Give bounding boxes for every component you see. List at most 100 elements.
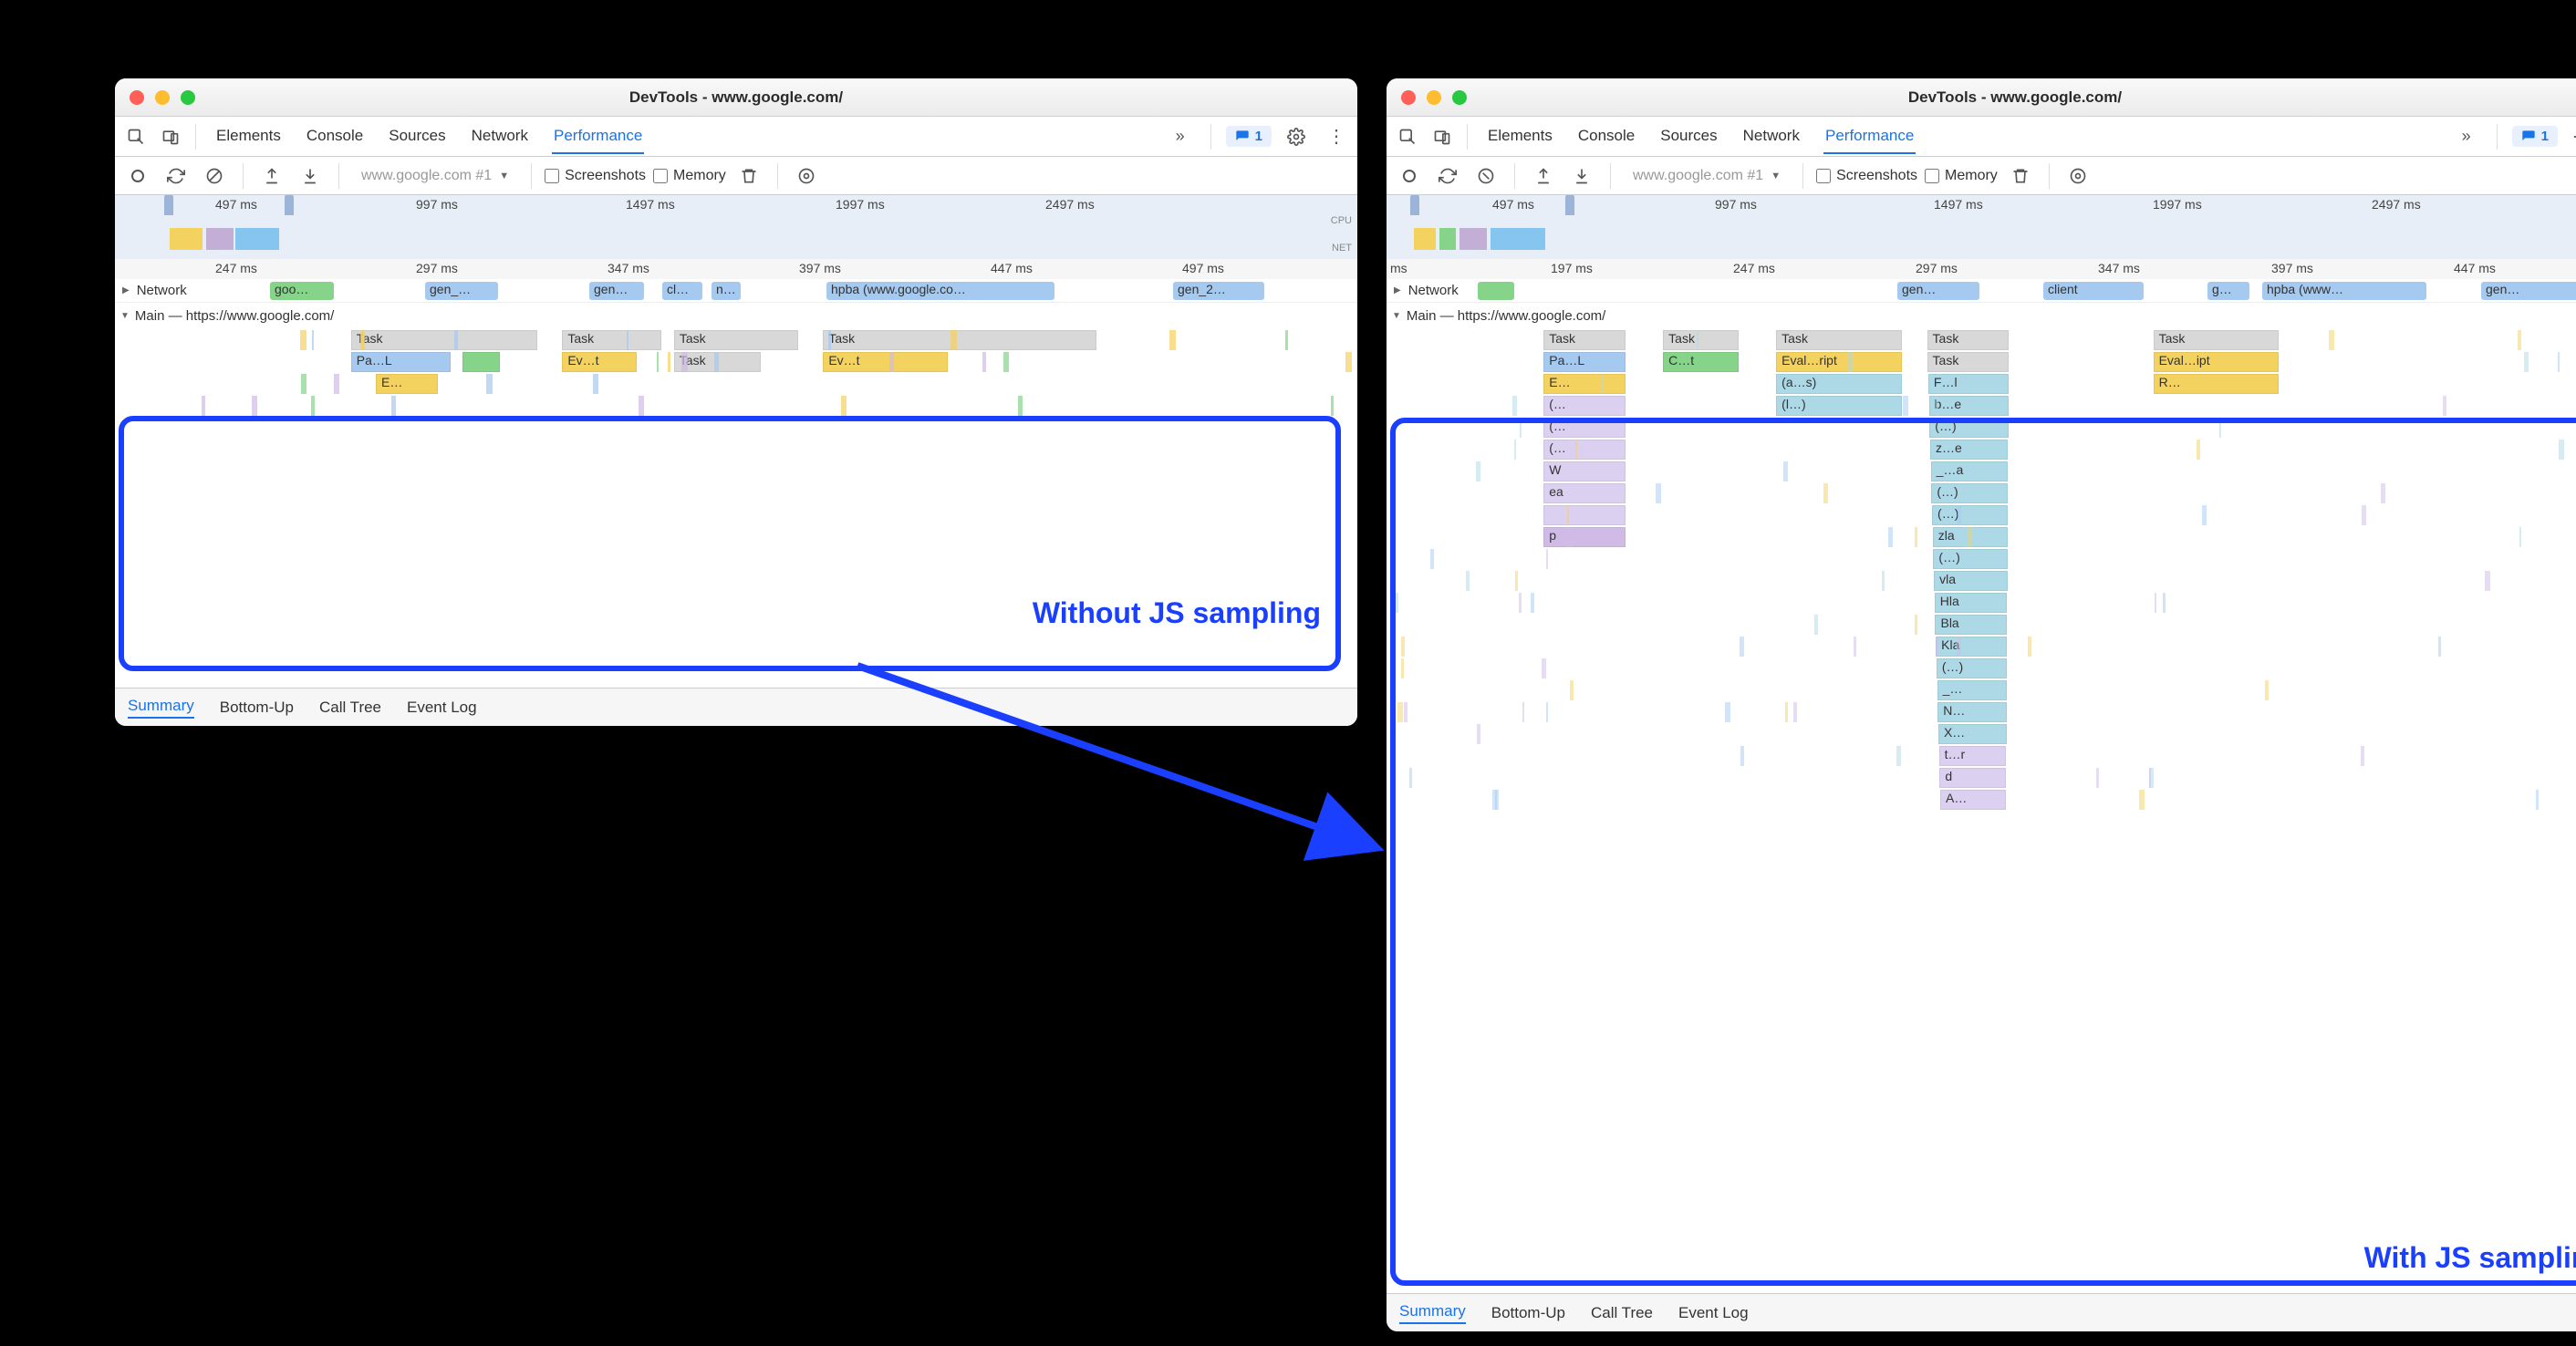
issues-chip[interactable]: 1: [2512, 126, 2558, 147]
tab-elements[interactable]: Elements: [214, 119, 283, 154]
net-item[interactable]: gen…: [589, 282, 644, 300]
flame-block[interactable]: (…): [1932, 505, 2008, 525]
flame-block[interactable]: (…): [1933, 549, 2007, 569]
flame-block[interactable]: (…): [1937, 658, 2007, 678]
maximize-icon[interactable]: [181, 90, 195, 105]
range-handle-left[interactable]: [1410, 195, 1419, 215]
flame-block[interactable]: d: [1939, 768, 2006, 788]
screenshots-checkbox[interactable]: Screenshots: [1816, 168, 1917, 184]
flame-block[interactable]: Task: [2154, 330, 2280, 350]
screenshots-input[interactable]: [1816, 169, 1831, 183]
flame-block[interactable]: Pa…L: [351, 352, 451, 372]
flame-block[interactable]: (…: [1543, 418, 1626, 438]
flame-block[interactable]: Task: [1543, 330, 1626, 350]
main-track-header[interactable]: ▼ Main — https://www.google.com/: [1387, 303, 2576, 328]
flame-block[interactable]: C…t: [1663, 352, 1739, 372]
upload-button[interactable]: [256, 160, 287, 192]
minimize-icon[interactable]: [155, 90, 170, 105]
issues-chip[interactable]: 1: [1226, 126, 1272, 147]
tab-elements[interactable]: Elements: [1486, 119, 1554, 154]
memory-checkbox[interactable]: Memory: [653, 168, 726, 184]
clear-button[interactable]: [199, 160, 230, 192]
capture-settings-icon[interactable]: [791, 160, 822, 192]
net-item[interactable]: [1478, 282, 1514, 300]
gc-button[interactable]: [2005, 160, 2036, 192]
tab-sources[interactable]: Sources: [387, 119, 447, 154]
flame-block[interactable]: F…l: [1928, 374, 2009, 394]
flame-block[interactable]: Task: [351, 330, 537, 350]
minimize-icon[interactable]: [1427, 90, 1441, 105]
upload-button[interactable]: [1528, 160, 1559, 192]
btab-bottomup[interactable]: Bottom-Up: [220, 699, 294, 717]
flame-block[interactable]: ea: [1543, 483, 1626, 503]
flame-block[interactable]: [1543, 505, 1626, 525]
flame-block[interactable]: A…: [1940, 790, 2006, 810]
gc-button[interactable]: [733, 160, 764, 192]
btab-summary[interactable]: Summary: [1399, 1302, 1466, 1324]
flame-block[interactable]: N…: [1937, 702, 2007, 722]
net-item[interactable]: hpba (www…: [2262, 282, 2426, 300]
flame-chart[interactable]: TaskTaskTaskTaskPa…LEv…tTaskEv…tE…: [115, 328, 1357, 688]
flame-block[interactable]: Eval…ipt: [2154, 352, 2280, 372]
flame-block[interactable]: (…: [1543, 440, 1626, 460]
flame-block[interactable]: p: [1543, 527, 1626, 547]
flame-block[interactable]: Task: [1776, 330, 1902, 350]
maximize-icon[interactable]: [1452, 90, 1467, 105]
flame-block[interactable]: E…: [376, 374, 438, 394]
device-icon[interactable]: [1427, 121, 1458, 152]
recording-selector[interactable]: www.google.com #1 ▼: [1624, 168, 1790, 184]
flame-block[interactable]: (…: [1543, 396, 1626, 416]
range-handle-left[interactable]: [164, 195, 173, 215]
settings-icon[interactable]: [1281, 121, 1312, 152]
flame-block[interactable]: Task: [1927, 352, 2010, 372]
net-item[interactable]: cl…: [662, 282, 702, 300]
flame-block[interactable]: vla: [1934, 571, 2007, 591]
flame-block[interactable]: _…a: [1931, 461, 2009, 481]
btab-summary[interactable]: Summary: [128, 697, 194, 719]
more-tabs-icon[interactable]: »: [1165, 121, 1196, 152]
inspect-icon[interactable]: [1392, 121, 1423, 152]
flame-block[interactable]: _…: [1937, 680, 2007, 700]
flame-block[interactable]: (a…s): [1776, 374, 1902, 394]
flame-block[interactable]: Hla: [1935, 593, 2008, 613]
net-item[interactable]: hpba (www.google.co…: [826, 282, 1054, 300]
net-item[interactable]: gen…: [2481, 282, 2576, 300]
btab-eventlog[interactable]: Event Log: [1678, 1304, 1749, 1322]
network-track[interactable]: ▶ Network gen… client g… hpba (www… gen…: [1387, 279, 2576, 303]
flame-block[interactable]: Ev…t: [823, 352, 947, 372]
record-button[interactable]: [122, 160, 153, 192]
flame-block[interactable]: [462, 352, 500, 372]
record-button[interactable]: [1394, 160, 1425, 192]
flame-block[interactable]: R…: [2154, 374, 2280, 394]
tab-console[interactable]: Console: [305, 119, 365, 154]
net-item[interactable]: gen_…: [425, 282, 498, 300]
screenshots-checkbox[interactable]: Screenshots: [545, 168, 646, 184]
flame-block[interactable]: Task: [674, 330, 798, 350]
tab-network[interactable]: Network: [1741, 119, 1802, 154]
main-track-header[interactable]: ▼ Main — https://www.google.com/: [115, 303, 1357, 328]
flame-block[interactable]: Bla: [1935, 615, 2007, 635]
tab-performance[interactable]: Performance: [552, 119, 644, 154]
screenshots-input[interactable]: [545, 169, 559, 183]
capture-settings-icon[interactable]: [2062, 160, 2093, 192]
flame-block[interactable]: Task: [562, 330, 661, 350]
kebab-icon[interactable]: ⋮: [1321, 121, 1352, 152]
tab-network[interactable]: Network: [470, 119, 530, 154]
more-tabs-icon[interactable]: »: [2451, 121, 2482, 152]
flame-block[interactable]: (…): [1931, 483, 2008, 503]
reload-button[interactable]: [161, 160, 192, 192]
flame-block[interactable]: X…: [1938, 724, 2007, 744]
overview-pane[interactable]: 497 ms 997 ms 1497 ms 1997 ms 2497 ms CP…: [1387, 195, 2576, 279]
btab-bottomup[interactable]: Bottom-Up: [1491, 1304, 1565, 1322]
btab-eventlog[interactable]: Event Log: [407, 699, 477, 717]
download-button[interactable]: [1566, 160, 1597, 192]
flame-block[interactable]: t…r: [1939, 746, 2007, 766]
net-item[interactable]: n…: [712, 282, 741, 300]
net-item[interactable]: goo…: [270, 282, 334, 300]
network-track[interactable]: ▶ Network goo… gen_… gen… cl… n… hpba (w…: [115, 279, 1357, 303]
memory-input[interactable]: [653, 169, 668, 183]
range-handle-right[interactable]: [285, 195, 294, 215]
flame-block[interactable]: Eval…ript: [1776, 352, 1902, 372]
recording-selector[interactable]: www.google.com #1 ▼: [352, 168, 518, 184]
memory-input[interactable]: [1925, 169, 1939, 183]
